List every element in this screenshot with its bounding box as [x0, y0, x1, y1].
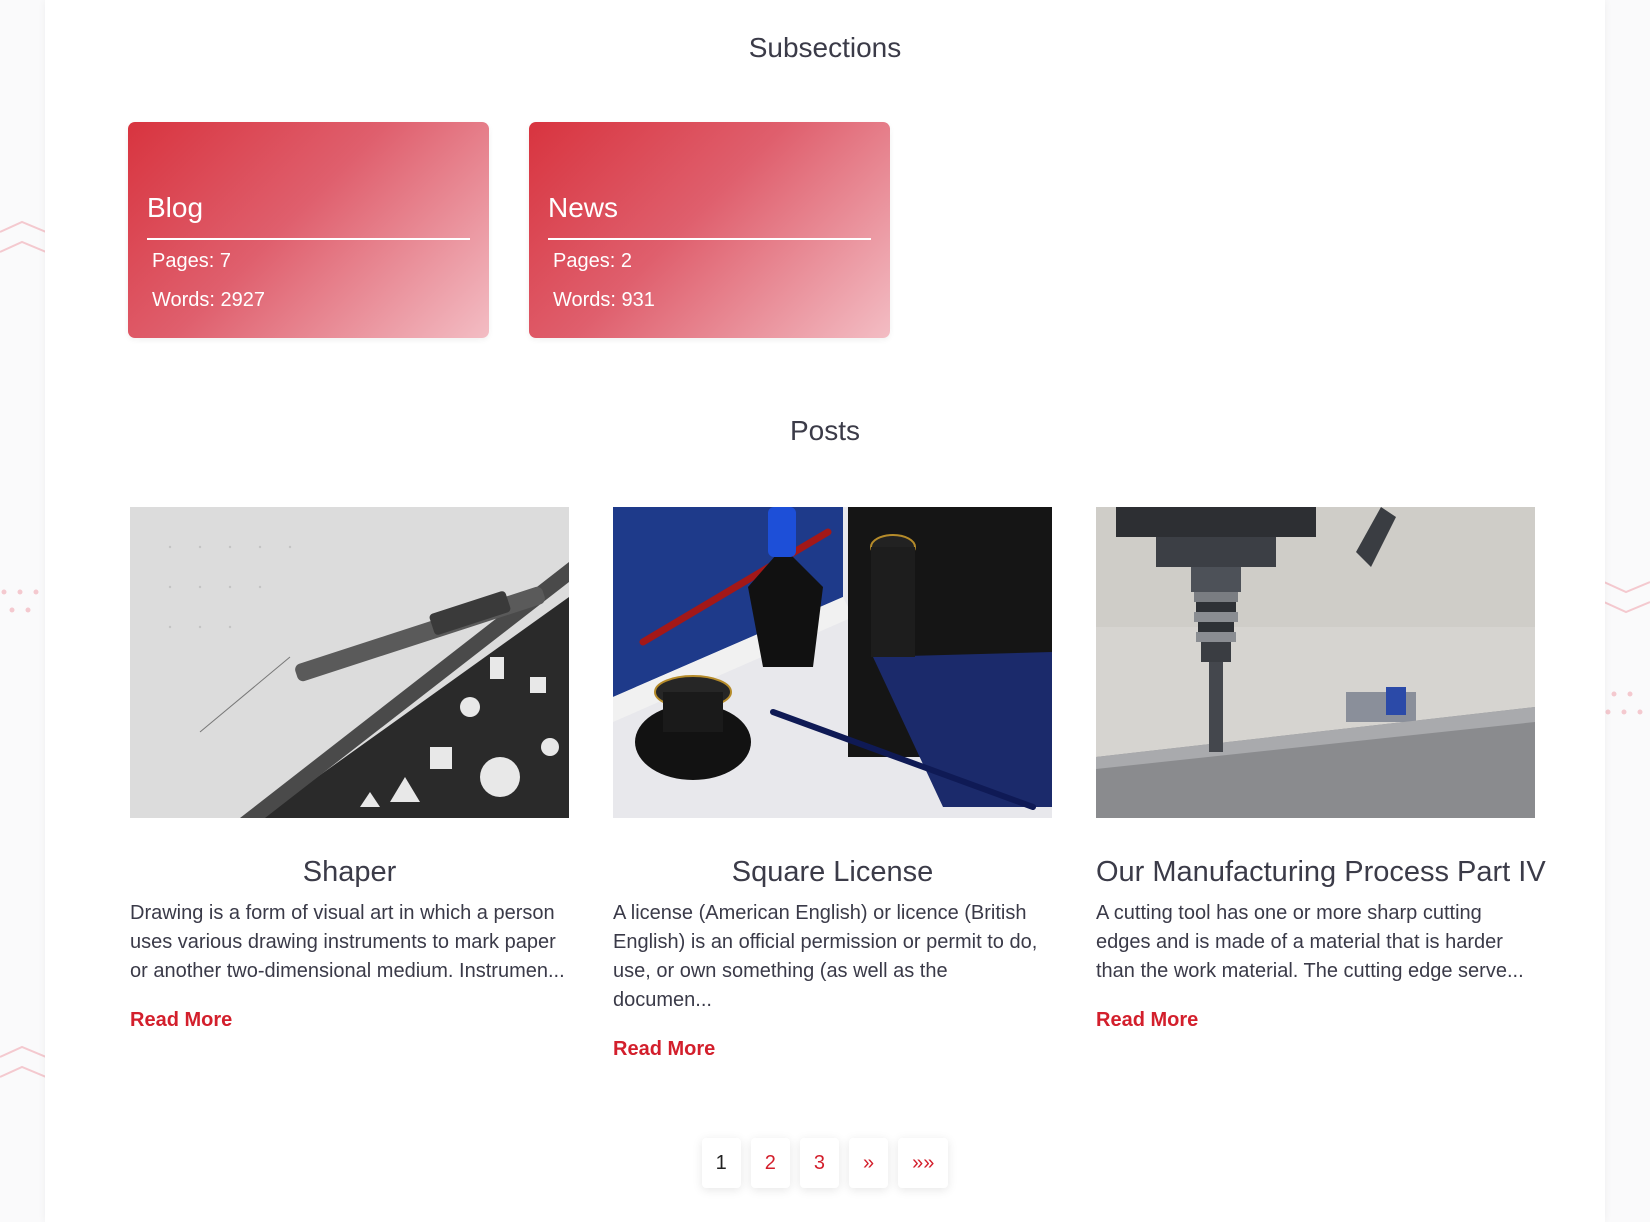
subsection-words: Words: 931 — [553, 289, 655, 311]
page-1-current[interactable]: 1 — [701, 1138, 741, 1188]
subsection-name: News — [548, 192, 619, 223]
zigzag-decoration-left-top — [0, 220, 46, 253]
post-excerpt: A license (American English) or licence … — [613, 902, 1038, 1011]
read-more-link[interactable]: Read More — [613, 1038, 715, 1061]
subsection-divider — [548, 238, 871, 240]
subsection-card-blog[interactable]: Blog Pages: 7 Words: 2927 — [128, 122, 489, 338]
post-title[interactable]: Our Manufacturing Process Part IV — [1096, 854, 1546, 890]
subsection-card-news[interactable]: News Pages: 2 Words: 931 — [529, 122, 890, 338]
zigzag-decoration-left-bottom — [0, 1045, 46, 1078]
post-title[interactable]: Shaper — [130, 854, 569, 890]
dots-decoration-right — [1605, 691, 1643, 715]
subsections-heading: Subsections — [748, 32, 902, 63]
dots-decoration-left — [1, 589, 39, 613]
posts-heading: Posts — [789, 415, 861, 446]
post-thumbnail[interactable] — [613, 507, 1052, 818]
post-excerpt: Drawing is a form of visual art in which… — [130, 902, 565, 982]
post-thumbnail[interactable] — [130, 507, 569, 818]
last-page-link[interactable]: »» — [898, 1138, 949, 1188]
post-card-manufacturing: Our Manufacturing Process Part IV A cutt… — [1096, 507, 1546, 1032]
post-title[interactable]: Square License — [613, 854, 1052, 890]
page-3-link[interactable]: 3 — [799, 1138, 839, 1188]
read-more-link[interactable]: Read More — [1096, 1009, 1198, 1032]
zigzag-decoration-right — [1604, 581, 1650, 614]
subsection-pages: Pages: 7 — [152, 250, 231, 272]
post-excerpt: A cutting tool has one or more sharp cut… — [1096, 902, 1524, 982]
read-more-link[interactable]: Read More — [130, 1009, 232, 1032]
content-container: Subsections Blog Pages: 7 Words: 2927 Ne… — [45, 0, 1605, 1222]
subsection-pages: Pages: 2 — [553, 250, 632, 272]
subsection-divider — [147, 238, 470, 240]
post-thumbnail[interactable] — [1096, 507, 1535, 818]
post-card-square-license: Square License A license (American Engli… — [613, 507, 1052, 1061]
subsection-words: Words: 2927 — [152, 289, 266, 311]
subsection-name: Blog — [147, 192, 204, 223]
next-page-link[interactable]: » — [849, 1138, 889, 1188]
post-card-shaper: Shaper Drawing is a form of visual art i… — [130, 507, 569, 1032]
page-2-link[interactable]: 2 — [750, 1138, 790, 1188]
pagination: 1 2 3»»» — [45, 1138, 1605, 1188]
